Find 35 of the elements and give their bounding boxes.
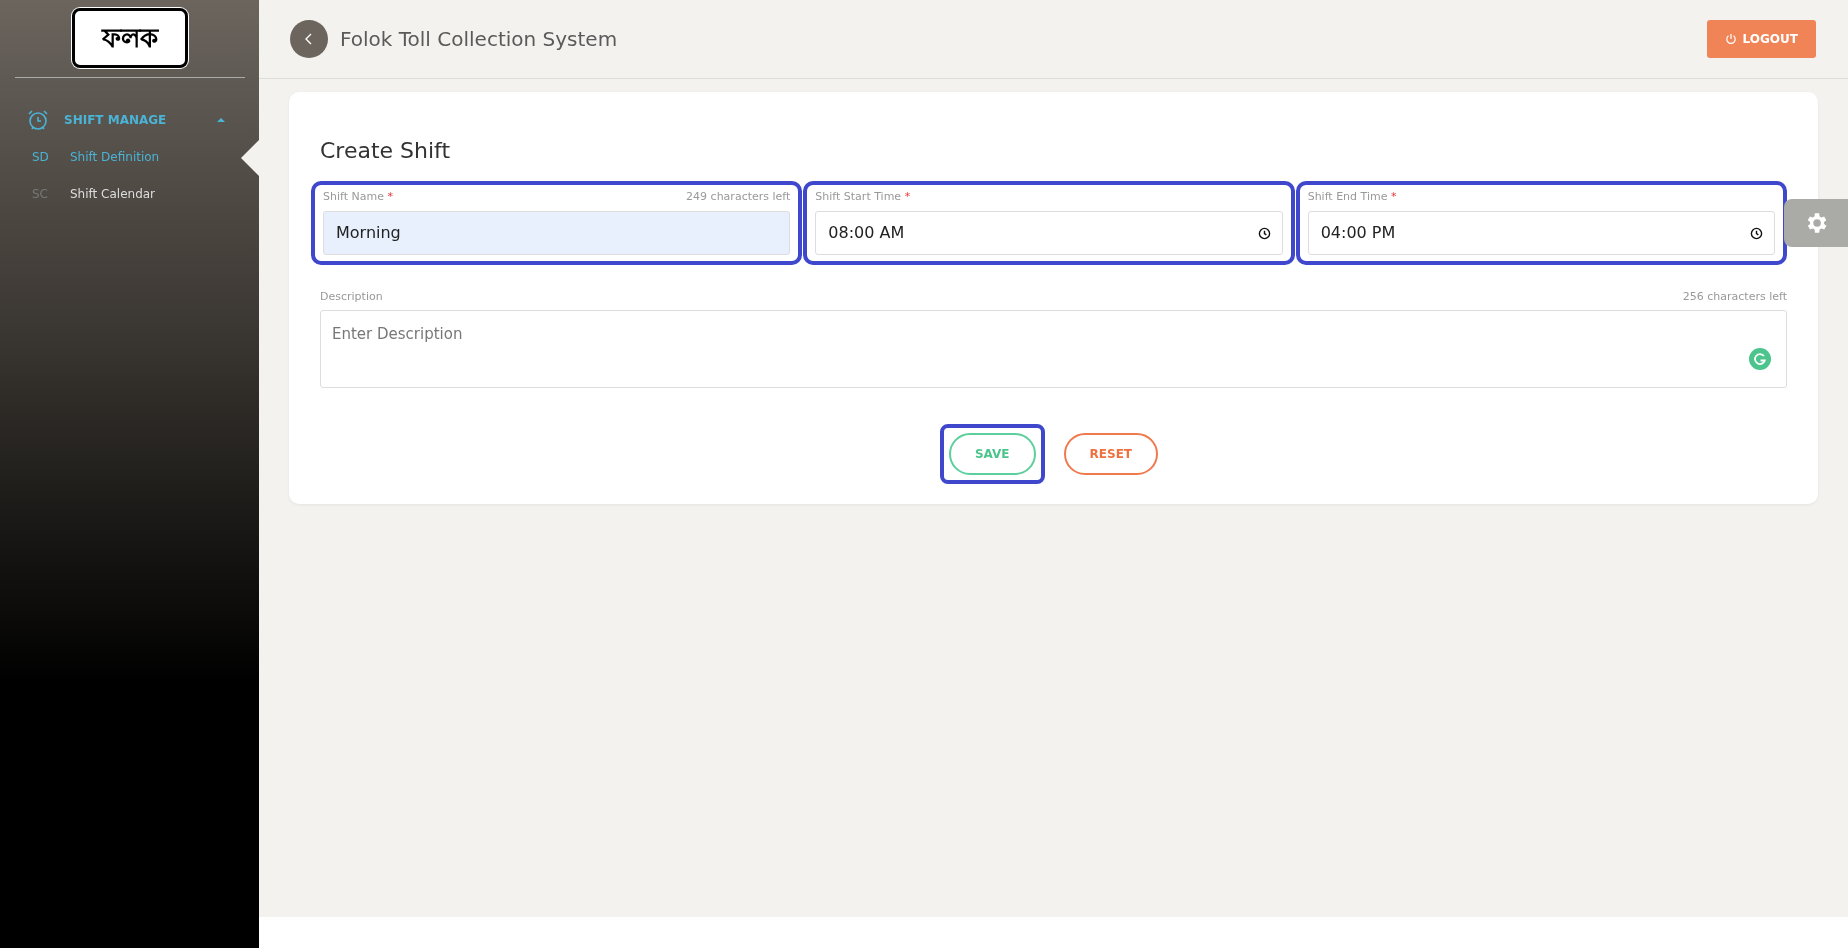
field-label: Description xyxy=(320,288,383,305)
field-label: Shift Name * xyxy=(323,189,393,205)
reset-button[interactable]: RESET xyxy=(1063,433,1159,475)
logout-button[interactable]: LOGOUT xyxy=(1706,20,1816,58)
field-label: Shift End Time * xyxy=(1307,189,1397,205)
alarm-clock-icon xyxy=(26,108,50,132)
required-mark: * xyxy=(904,190,911,203)
caret-icon xyxy=(217,118,225,122)
chevron-left-icon xyxy=(304,31,314,47)
grammar-check-icon[interactable] xyxy=(1749,348,1771,370)
save-button[interactable]: SAVE xyxy=(948,433,1036,475)
item-abbreviation: SD xyxy=(32,148,50,166)
menu-group-label: SHIFT MANAGE xyxy=(64,112,167,129)
power-icon xyxy=(1724,33,1737,45)
logo: ফলক xyxy=(71,8,188,68)
character-counter: 256 characters left xyxy=(1682,288,1787,305)
clock-icon xyxy=(1750,226,1763,240)
back-button[interactable] xyxy=(290,20,328,58)
item-label: Shift Definition xyxy=(70,148,160,166)
description-field[interactable]: Enter Description xyxy=(320,310,1787,388)
selection-pointer xyxy=(241,140,259,176)
time-field[interactable]: 08:00 AM xyxy=(815,210,1283,255)
field-label: Shift Start Time * xyxy=(815,189,911,205)
character-counter: 249 characters left xyxy=(686,189,791,205)
required-mark: * xyxy=(387,190,393,203)
required-mark: * xyxy=(1391,190,1397,203)
settings-button[interactable] xyxy=(1784,199,1848,247)
input-field[interactable]: Morning xyxy=(323,210,791,255)
clock-icon xyxy=(1257,226,1271,240)
time-field[interactable]: 04:00 PM xyxy=(1307,210,1775,255)
menu-group[interactable]: SHIFT MANAGE xyxy=(0,102,259,138)
sidebar-item[interactable]: SD Shift Definition xyxy=(0,138,259,175)
app-title: Folok Toll Collection System xyxy=(340,26,618,53)
item-label: Shift Calendar xyxy=(70,185,156,203)
form-title: Create Shift xyxy=(320,137,452,165)
